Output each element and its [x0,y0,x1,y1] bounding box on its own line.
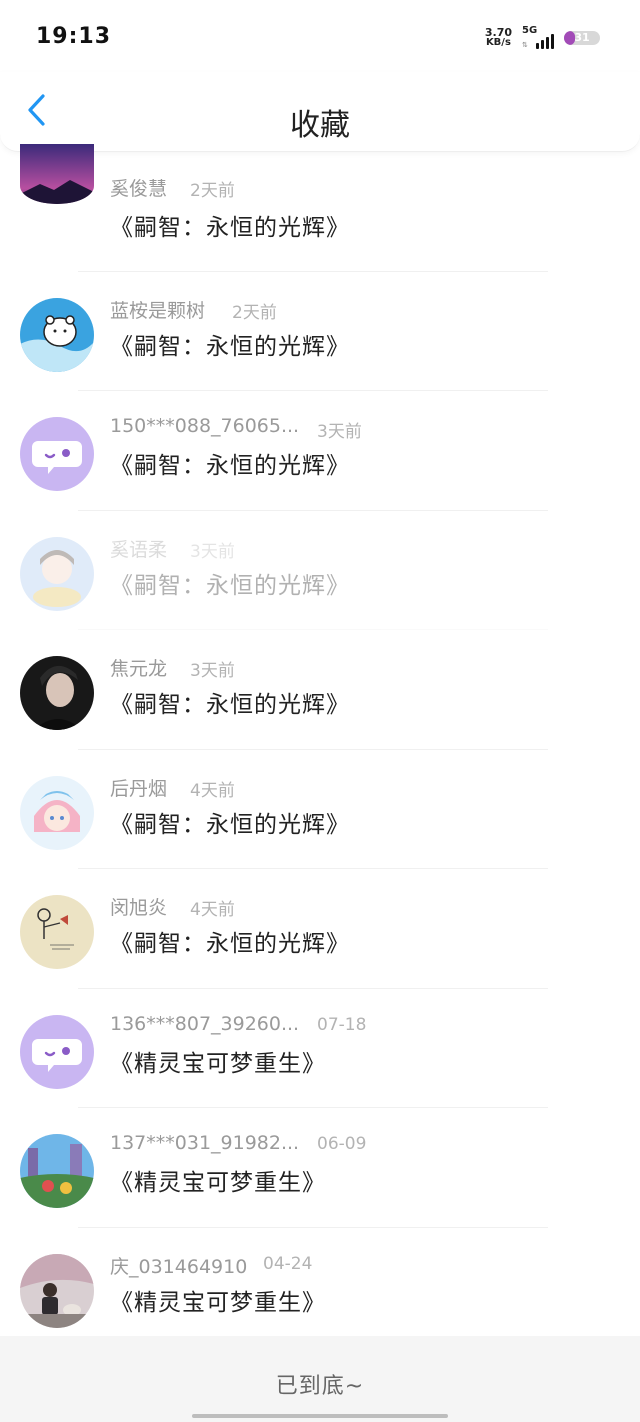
item-title[interactable]: 《嗣智：永恒的光辉》 [110,566,350,600]
list-item[interactable]: 137***031_91982... 06-09 《精灵宝可梦重生》 [0,1108,640,1228]
timestamp: 3天前 [190,541,235,562]
timestamp: 04-24 [263,1253,313,1274]
signal-icon: 5G ⇅ [522,25,554,49]
status-bar: 19:13 3.70 KB/s 5G ⇅ 31 [0,0,640,72]
timestamp: 2天前 [190,181,235,201]
user-name: 136***807_39260... [110,1012,300,1035]
nav-bar: 收藏 [0,72,640,152]
user-name: 奚语柔 [110,538,168,561]
photo-person-avatar[interactable] [20,1253,94,1328]
timestamp: 3天前 [190,661,235,681]
game-scene-avatar[interactable] [20,1134,94,1208]
item-title[interactable]: 《嗣智：永恒的光辉》 [110,805,350,839]
list-item[interactable]: 庆_031464910 04-24 《精灵宝可梦重生》 [0,1228,640,1348]
user-name: 焦元龙 [110,658,168,680]
network-speed: 3.70 KB/s [485,27,512,48]
list-item[interactable]: 奚俊慧 2天前 《嗣智：永恒的光辉》 [0,144,640,272]
default-chat-avatar[interactable] [20,1014,94,1089]
user-name: 150***088_76065... [110,415,300,437]
portrait-avatar[interactable] [20,656,94,730]
sunset-landscape-avatar[interactable] [20,144,94,204]
home-indicator[interactable] [192,1414,448,1418]
cartoon-bear-avatar[interactable] [20,297,94,372]
user-name: 蓝桉是颗树 [110,299,206,322]
battery-icon: 31 [564,31,600,45]
item-title[interactable]: 《嗣智：永恒的光辉》 [110,685,350,719]
user-name: 137***031_91982... [110,1132,300,1154]
list-item[interactable]: 150***088_76065... 3天前 《嗣智：永恒的光辉》 [0,391,640,511]
item-title[interactable]: 《精灵宝可梦重生》 [110,1283,326,1317]
item-title[interactable]: 《嗣智：永恒的光辉》 [110,924,350,958]
timestamp: 07-18 [317,1014,367,1035]
favorites-list: 奚俊慧 2天前 《嗣智：永恒的光辉》 蓝桉是颗树 2天前 《嗣智：永恒的光辉》 [0,144,640,1348]
list-item[interactable]: 焦元龙 3天前 《嗣智：永恒的光辉》 [0,630,640,750]
timestamp: 4天前 [190,780,235,801]
item-title[interactable]: 《嗣智：永恒的光辉》 [110,327,350,361]
timestamp: 06-09 [317,1134,367,1154]
item-title[interactable]: 《嗣智：永恒的光辉》 [110,208,350,242]
default-chat-avatar[interactable] [20,417,94,491]
timestamp: 3天前 [317,422,362,442]
anime-pink-hair-avatar[interactable] [20,775,94,850]
user-name: 奚俊慧 [110,178,168,200]
list-item[interactable]: 闵旭炎 4天前 《嗣智：永恒的光辉》 [0,869,640,989]
list-item[interactable]: 奚语柔 3天前 《嗣智：永恒的光辉》 [0,511,640,630]
user-name: 庆_031464910 [110,1255,248,1278]
list-item[interactable]: 136***807_39260... 07-18 《精灵宝可梦重生》 [0,989,640,1108]
data-arrows-icon: ⇅ [522,41,528,49]
user-name: 后丹烟 [110,777,168,800]
page-title: 收藏 [290,108,350,143]
network-type: 5G [522,25,538,36]
battery-level: 31 [574,31,590,44]
list-end-footer: 已到底~ [0,1336,640,1422]
timestamp: 2天前 [232,302,277,323]
timestamp: 4天前 [190,900,235,920]
list-item[interactable]: 蓝桉是颗树 2天前 《嗣智：永恒的光辉》 [0,272,640,391]
list-item[interactable]: 后丹烟 4天前 《嗣智：永恒的光辉》 [0,750,640,869]
item-title[interactable]: 《精灵宝可梦重生》 [110,1163,326,1197]
status-time: 19:13 [36,24,112,49]
item-title[interactable]: 《精灵宝可梦重生》 [110,1044,326,1078]
sketch-drawing-avatar[interactable] [20,895,94,969]
item-title[interactable]: 《嗣智：永恒的光辉》 [110,446,350,480]
user-name: 闵旭炎 [110,897,168,919]
status-indicators: 3.70 KB/s 5G ⇅ 31 [485,25,600,50]
anime-girl-avatar[interactable] [20,536,94,611]
end-of-list-text: 已到底~ [275,1374,365,1399]
network-speed-unit: KB/s [485,37,511,48]
